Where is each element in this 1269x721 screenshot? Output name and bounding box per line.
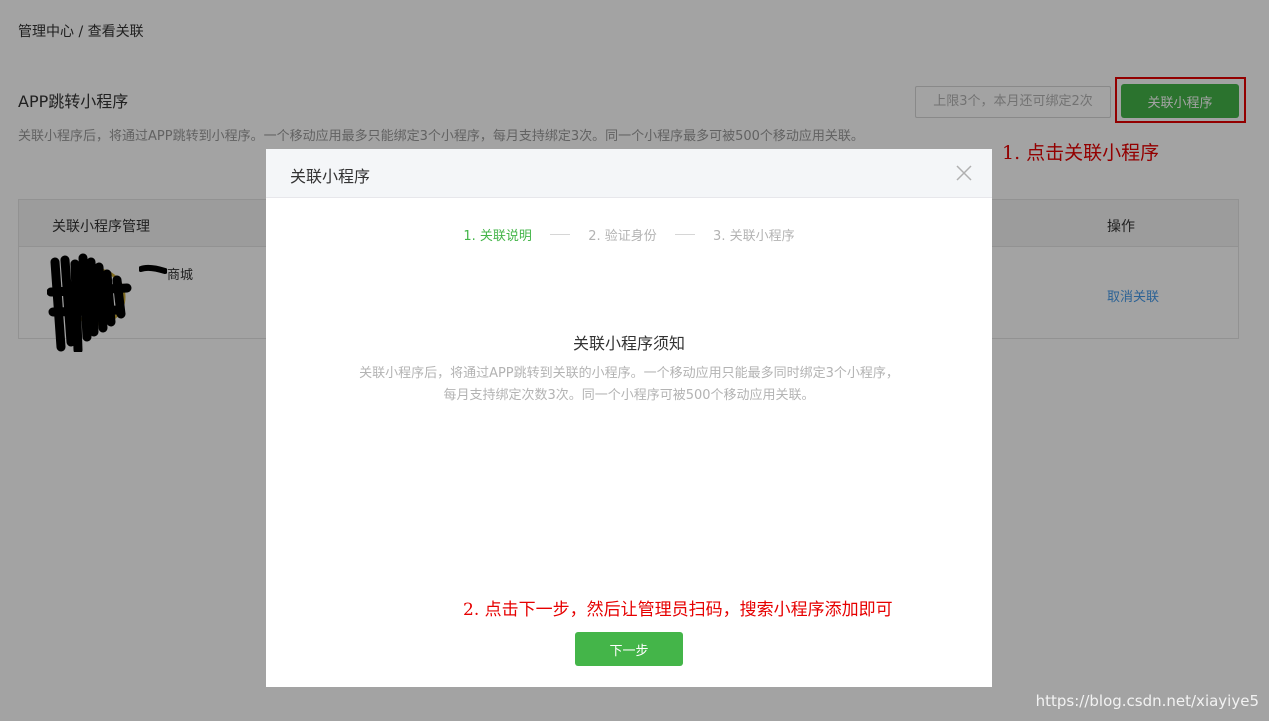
notice-text: 关联小程序后，将通过APP跳转到关联的小程序。一个移动应用只能最多同时绑定3个小… [359,366,899,403]
close-icon[interactable] [954,163,974,183]
step-3: 3. 关联小程序 [713,229,795,244]
next-step-button[interactable]: 下一步 [575,632,683,666]
step-indicator: 1. 关联说明 2. 验证身份 3. 关联小程序 [266,225,992,245]
dialog-title: 关联小程序 [290,167,371,186]
watermark: https://blog.csdn.net/xiayiye5 [1035,692,1259,710]
annotation-step2: 2. 点击下一步，然后让管理员扫码，搜索小程序添加即可 [463,600,893,620]
bind-mini-program-dialog: 关联小程序 1. 关联说明 2. 验证身份 3. 关联小程序 关联小程序须知 关… [266,149,992,687]
step-1: 1. 关联说明 [463,229,532,244]
step-divider [674,234,695,235]
dialog-header: 关联小程序 [266,149,992,198]
notice-title: 关联小程序须知 [572,334,685,353]
step-divider [550,234,571,235]
step-2: 2. 验证身份 [588,229,657,244]
